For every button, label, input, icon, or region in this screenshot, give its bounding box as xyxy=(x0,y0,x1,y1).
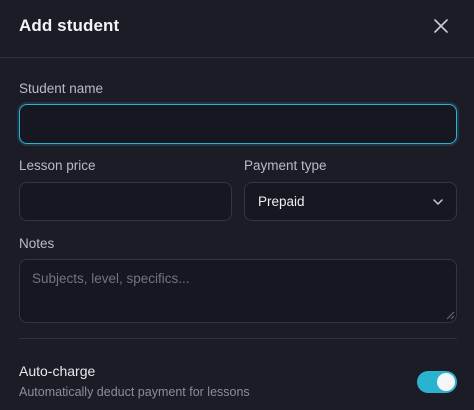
dialog-title: Add student xyxy=(19,16,120,35)
chevron-down-icon xyxy=(433,199,443,205)
student-name-input[interactable] xyxy=(19,104,457,144)
toggle-knob xyxy=(437,373,455,391)
add-student-dialog: Add student Student name Lesson price Pa… xyxy=(0,0,474,410)
lesson-price-label: Lesson price xyxy=(19,158,96,173)
auto-charge-description: Automatically deduct payment for lessons xyxy=(19,385,250,399)
section-divider xyxy=(19,338,457,339)
payment-type-value: Prepaid xyxy=(258,194,305,209)
close-icon xyxy=(434,19,448,33)
resize-handle-icon[interactable] xyxy=(446,311,455,320)
dialog-header: Add student xyxy=(0,0,474,58)
payment-type-select[interactable]: Prepaid xyxy=(244,182,457,221)
payment-type-label: Payment type xyxy=(244,158,327,173)
notes-label: Notes xyxy=(19,236,55,251)
student-name-label: Student name xyxy=(19,81,104,96)
auto-charge-toggle[interactable] xyxy=(417,371,457,393)
auto-charge-title: Auto-charge xyxy=(19,363,96,379)
lesson-price-input[interactable] xyxy=(19,182,232,221)
close-button[interactable] xyxy=(430,15,452,37)
notes-textarea[interactable] xyxy=(19,259,457,323)
